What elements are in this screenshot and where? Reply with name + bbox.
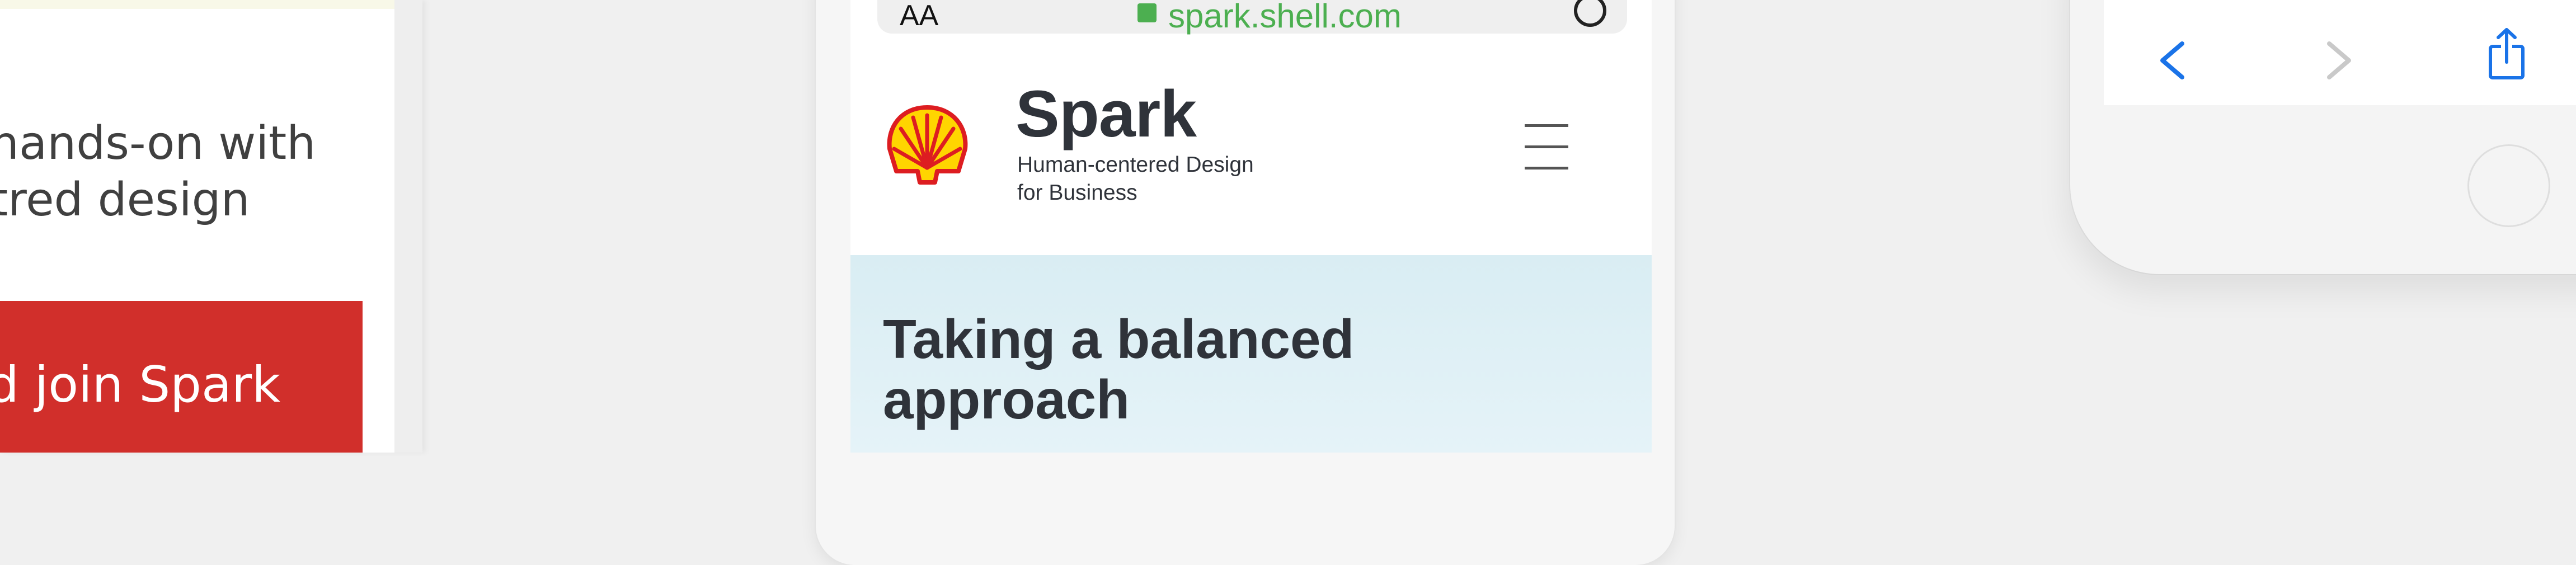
reader-aa-button[interactable]: AA — [900, 0, 938, 32]
shell-logo-icon[interactable] — [884, 105, 971, 185]
lock-icon — [1137, 3, 1157, 22]
join-spark-button[interactable]: d join Spark — [0, 301, 363, 453]
left-body-copy: hands-on with tred design — [0, 117, 316, 227]
left-top-bar — [0, 0, 394, 9]
home-button[interactable] — [2467, 144, 2550, 227]
menu-line-icon — [1525, 145, 1568, 148]
menu-line-icon — [1525, 124, 1568, 127]
forward-icon[interactable] — [2319, 32, 2358, 88]
url-text[interactable]: spark.shell.com — [1168, 0, 1402, 35]
site-header: Spark Human-centered Design for Business — [850, 56, 1652, 255]
join-spark-label: d join Spark — [0, 356, 281, 413]
hamburger-menu-icon[interactable] — [1525, 124, 1568, 170]
share-icon[interactable] — [2487, 25, 2526, 81]
menu-line-icon — [1525, 167, 1568, 170]
address-bar[interactable]: AA spark.shell.com — [877, 0, 1627, 35]
hero-section: Taking a balanced approach — [850, 255, 1652, 453]
back-icon[interactable] — [2151, 32, 2190, 88]
site-tagline: Human-centered Design for Business — [1017, 153, 1254, 205]
middle-phone-screen: AA spark.shell.com Spark Human-centered … — [850, 0, 1652, 453]
site-brand-name[interactable]: Spark — [1016, 76, 1197, 152]
hero-title: Taking a balanced approach — [883, 308, 1355, 430]
left-phone-screen: hands-on with tred design d join Spark — [0, 0, 394, 453]
reload-icon[interactable] — [1574, 0, 1606, 27]
